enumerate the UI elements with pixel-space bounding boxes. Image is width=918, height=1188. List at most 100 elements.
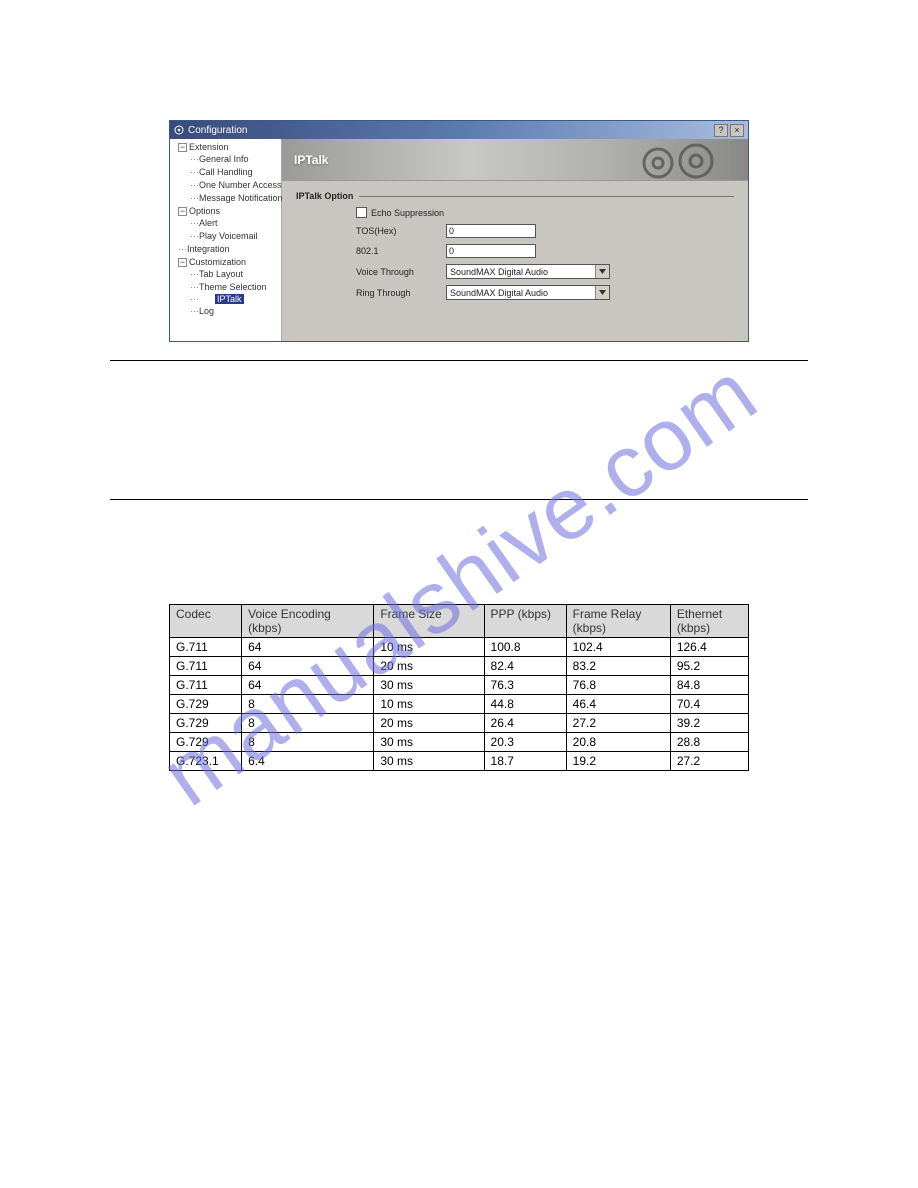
tree-node-iptalk[interactable]: IPTalk [215,294,244,304]
table-cell: 20 ms [374,714,484,733]
tree-node-play-voicemail[interactable]: ⋯Play Voicemail [170,230,281,243]
tree-node-extension[interactable]: −Extension [170,141,281,153]
collapse-icon[interactable]: − [178,207,187,216]
table-cell: 30 ms [374,752,484,771]
voice-through-select[interactable]: SoundMAX Digital Audio [446,264,610,279]
table-cell: 84.8 [670,676,748,695]
table-cell: 46.4 [566,695,670,714]
configuration-window: Configuration ? × −Extension ⋯General In… [169,120,749,342]
close-button[interactable]: × [730,124,744,137]
table-row: G.729 830 ms20.320.828.8 [170,733,749,752]
chevron-down-icon [595,265,609,278]
8021-input[interactable]: 0 [446,244,536,258]
table-cell: 83.2 [566,657,670,676]
table-cell: 20.3 [484,733,566,752]
tree-node-options[interactable]: −Options [170,205,281,217]
table-cell: 10 ms [374,638,484,657]
table-cell: 76.8 [566,676,670,695]
echo-suppression-checkbox[interactable] [356,207,367,218]
table-cell: 26.4 [484,714,566,733]
section-divider [359,196,734,197]
tree-node-general-info[interactable]: ⋯General Info [170,153,281,166]
tree-node-theme-selection[interactable]: ⋯Theme Selection [170,281,281,294]
table-cell: G.723.1 [170,752,242,771]
tree-node-call-handling[interactable]: ⋯Call Handling [170,166,281,179]
table-cell: 20 ms [374,657,484,676]
horizontal-rule [110,499,808,500]
table-cell: 8 [242,695,374,714]
section-title: IPTalk Option [296,191,353,201]
horizontal-rule [110,360,808,361]
table-row: G.7116420 ms82.483.295.2 [170,657,749,676]
table-cell: 39.2 [670,714,748,733]
voice-through-label: Voice Through [356,267,446,277]
chevron-down-icon [595,286,609,299]
gears-graphic [618,143,738,183]
tree-node-customization[interactable]: −Customization [170,256,281,268]
gear-icon [174,125,184,135]
table-cell: 6.4 [242,752,374,771]
table-cell: 19.2 [566,752,670,771]
col-frame-relay: Frame Relay (kbps) [566,605,670,638]
table-cell: 126.4 [670,638,748,657]
table-cell: 8 [242,733,374,752]
window-title: Configuration [188,125,714,136]
tree-node-message-notification[interactable]: ⋯Message Notification [170,192,281,205]
table-cell: 28.8 [670,733,748,752]
table-cell: G.711 [170,657,242,676]
tree-node-alert[interactable]: ⋯Alert [170,217,281,230]
8021-label: 802.1 [356,246,446,256]
table-cell: G.729 [170,714,242,733]
nav-tree[interactable]: −Extension ⋯General Info ⋯Call Handling … [170,139,282,341]
col-frame-size: Frame Size [374,605,484,638]
window-titlebar: Configuration ? × [170,121,748,139]
table-cell: 76.3 [484,676,566,695]
tree-node-tab-layout[interactable]: ⋯Tab Layout [170,268,281,281]
table-cell: 70.4 [670,695,748,714]
collapse-icon[interactable]: − [178,143,187,152]
content-pane: IPTalk IPTalk Option [282,139,748,341]
table-cell: 64 [242,657,374,676]
tree-node-integration[interactable]: ⋯Integration [170,243,281,256]
table-cell: 20.8 [566,733,670,752]
table-cell: 27.2 [566,714,670,733]
table-cell: 64 [242,638,374,657]
table-row: G.723.16.430 ms18.719.227.2 [170,752,749,771]
collapse-icon[interactable]: − [178,258,187,267]
table-row: G.7116410 ms100.8102.4126.4 [170,638,749,657]
table-cell: 30 ms [374,733,484,752]
tree-node-one-number-access[interactable]: ⋯One Number Access [170,179,281,192]
table-cell: 27.2 [670,752,748,771]
banner: IPTalk [282,139,748,181]
table-row: G.7116430 ms76.376.884.8 [170,676,749,695]
col-ppp: PPP (kbps) [484,605,566,638]
table-header-row: Codec Voice Encoding (kbps) Frame Size P… [170,605,749,638]
tos-input[interactable]: 0 [446,224,536,238]
help-button[interactable]: ? [714,124,728,137]
col-voice-encoding: Voice Encoding (kbps) [242,605,374,638]
codec-table: Codec Voice Encoding (kbps) Frame Size P… [169,604,749,771]
col-ethernet: Ethernet (kbps) [670,605,748,638]
ring-through-select[interactable]: SoundMAX Digital Audio [446,285,610,300]
ring-through-label: Ring Through [356,288,446,298]
table-cell: 8 [242,714,374,733]
table-cell: 100.8 [484,638,566,657]
table-cell: 102.4 [566,638,670,657]
table-cell: G.711 [170,638,242,657]
table-cell: 95.2 [670,657,748,676]
table-row: G.729 820 ms26.427.239.2 [170,714,749,733]
table-cell: G.729 [170,695,242,714]
tos-label: TOS(Hex) [356,226,446,236]
table-row: G.729 810 ms44.846.470.4 [170,695,749,714]
table-cell: 82.4 [484,657,566,676]
table-cell: G.729 [170,733,242,752]
table-cell: 64 [242,676,374,695]
table-cell: G.711 [170,676,242,695]
table-cell: 30 ms [374,676,484,695]
echo-suppression-label: Echo Suppression [371,208,444,218]
col-codec: Codec [170,605,242,638]
table-cell: 44.8 [484,695,566,714]
banner-title: IPTalk [294,153,328,167]
table-cell: 10 ms [374,695,484,714]
tree-node-log[interactable]: ⋯Log [170,305,281,318]
